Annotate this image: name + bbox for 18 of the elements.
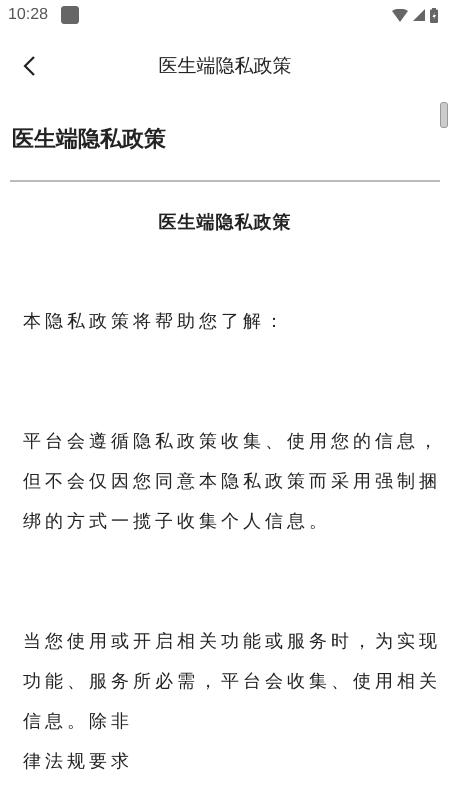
wifi-icon	[392, 8, 408, 22]
back-chevron-icon	[22, 55, 36, 77]
scrollbar-thumb	[440, 102, 448, 128]
page-heading: 医生端隐私政策	[11, 126, 167, 154]
page-title: 医生端隐私政策	[158, 54, 292, 79]
policy-text-line: 律法规要求	[23, 750, 133, 774]
battery-icon	[430, 8, 438, 22]
policy-text-line: 功能、服务所必需，平台会收集、使用相关	[23, 670, 441, 694]
status-time: 10:28	[8, 6, 48, 24]
policy-text-line: 但不会仅因您同意本隐私政策而采用强制捆	[23, 470, 441, 494]
document-title: 医生端隐私政策	[158, 211, 292, 234]
signal-icon	[413, 9, 425, 21]
policy-text-line: 信息。除非	[23, 710, 133, 734]
policy-text-line: 绑的方式一揽子收集个人信息。	[23, 510, 331, 534]
policy-text-line: 平台会遵循隐私政策收集、使用您的信息，	[23, 430, 441, 454]
policy-text-line: 当您使用或开启相关功能或服务时，为实现	[23, 630, 441, 654]
policy-text-line: 本隐私政策将帮助您了解：	[23, 310, 287, 334]
notification-icon	[61, 6, 80, 24]
